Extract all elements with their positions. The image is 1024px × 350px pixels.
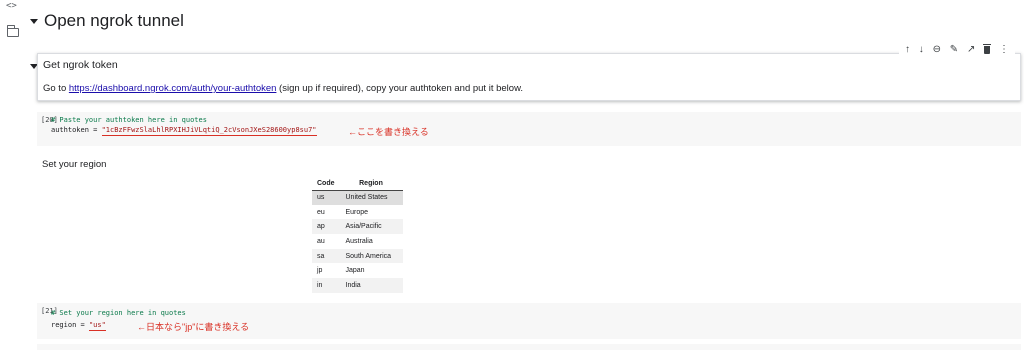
section-header[interactable]: Open ngrok tunnel: [30, 10, 184, 32]
authtoken-link[interactable]: https://dashboard.ngrok.com/auth/your-au…: [69, 83, 277, 94]
region-code: ap: [317, 223, 325, 231]
cell-toolbar: ↑ ↓ ⊖ ✎ ↗ ⋮: [899, 43, 1015, 57]
instruction-suffix: (sign up if required), copy your authtok…: [276, 83, 524, 94]
region-name: Europe: [345, 208, 369, 216]
region-name: Australia: [345, 237, 373, 245]
authtoken-value[interactable]: "1cBzFFwzSlaLhlRPXIHJiVLqtiQ_2cVsonJXeS2…: [101, 126, 317, 136]
region-value[interactable]: "us": [88, 321, 106, 331]
table-row: sa South America: [312, 248, 403, 264]
subsection-heading: Get ngrok token: [43, 59, 118, 71]
text-cell[interactable]: Get ngrok token Go to https://dashboard.…: [37, 53, 1021, 101]
region-table: Code Region us United States eu Europe ap A…: [312, 176, 403, 293]
edit-icon[interactable]: ✎: [950, 43, 958, 57]
code-line: region = "us": [51, 321, 106, 331]
arrow-up-icon[interactable]: ↑: [905, 43, 910, 57]
annotation-note: ←ここを書き換える: [348, 127, 429, 137]
code-cell-region[interactable]: [21] # Set your region here in quotes re…: [37, 303, 1021, 339]
table-row: jp Japan: [312, 263, 403, 278]
code-variable: authtoken =: [51, 126, 102, 134]
table-header-row: Code Region: [312, 176, 403, 190]
code-comment: # Paste your authtoken here in quotes: [51, 116, 207, 124]
arrow-down-icon[interactable]: ↓: [919, 43, 924, 57]
region-heading: Set your region: [42, 159, 107, 170]
folder-icon[interactable]: [6, 25, 19, 37]
next-code-cell[interactable]: [37, 344, 1021, 350]
region-code: jp: [317, 267, 323, 275]
instruction-prefix: Go to: [43, 83, 69, 94]
code-comment: # Set your region here in quotes: [51, 309, 186, 317]
column-header-code: Code: [317, 179, 335, 187]
table-row: au Australia: [312, 234, 403, 249]
region-name: Japan: [345, 267, 365, 275]
code-cell-authtoken[interactable]: [20] # Paste your authtoken here in quot…: [37, 112, 1021, 146]
column-header-region: Region: [359, 179, 383, 187]
section-title: Open ngrok tunnel: [44, 11, 184, 30]
table-row: ap Asia/Pacific: [312, 219, 403, 235]
code-variable: region =: [51, 321, 89, 329]
code-toggle-icon[interactable]: <>: [6, 1, 17, 11]
open-external-icon[interactable]: ↗: [967, 43, 975, 57]
table-row: in India: [312, 278, 403, 293]
region-code: sa: [317, 252, 325, 260]
left-sidebar: <>: [0, 0, 24, 350]
link-icon[interactable]: ⊖: [933, 43, 941, 57]
collapse-caret-icon[interactable]: [30, 18, 38, 24]
code-line: authtoken = "1cBzFFwzSlaLhlRPXIHJiVLqtiQ…: [51, 126, 317, 136]
region-name: United States: [345, 194, 388, 202]
region-name: India: [345, 281, 361, 289]
table-row: us United States: [312, 190, 403, 205]
more-icon[interactable]: ⋮: [999, 43, 1009, 57]
region-name: South America: [345, 252, 392, 260]
table-row: eu Europe: [312, 205, 403, 220]
annotation-note: ←日本なら"jp"に書き換える: [137, 322, 250, 332]
region-name: Asia/Pacific: [345, 223, 382, 231]
region-code: au: [317, 237, 325, 245]
trash-icon[interactable]: [983, 44, 992, 54]
region-code: in: [317, 281, 323, 289]
region-code: eu: [317, 208, 325, 216]
instruction-text: Go to https://dashboard.ngrok.com/auth/y…: [43, 83, 523, 94]
region-code: us: [317, 194, 325, 202]
